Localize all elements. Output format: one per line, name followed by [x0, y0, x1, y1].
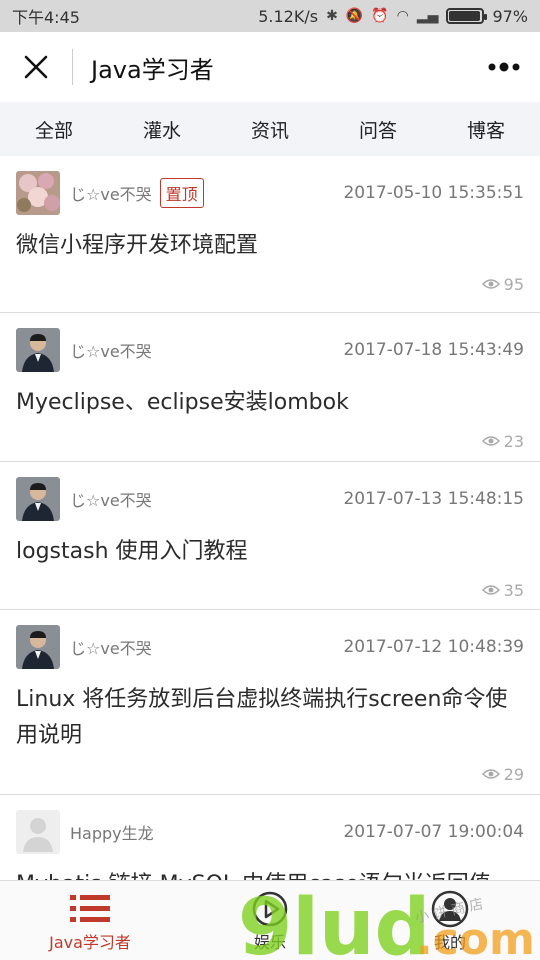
nav-bar: Java学习者 — [0, 32, 540, 102]
post-list: じ☆ve不哭 置顶 2017-05-10 15:35:51 微信小程序开发环境配… — [0, 156, 540, 880]
close-icon — [24, 55, 48, 79]
view-count-value: 23 — [503, 431, 524, 451]
tab-qa[interactable]: 问答 — [324, 116, 432, 143]
nav-divider — [72, 49, 73, 85]
network-speed: 5.12K/s — [258, 6, 319, 26]
list-item[interactable]: Happy生龙 2017-07-07 19:00:04 Mybatis 链接 M… — [0, 795, 540, 880]
tabbar-label: Java学习者 — [49, 932, 131, 952]
avatar[interactable] — [16, 171, 60, 215]
tab-blog[interactable]: 博客 — [432, 116, 540, 143]
post-date: 2017-07-12 10:48:39 — [343, 637, 524, 657]
category-tabs: 全部 灌水 资讯 问答 博客 — [0, 102, 540, 156]
tab-all[interactable]: 全部 — [0, 116, 108, 143]
author-name: じ☆ve不哭 — [70, 342, 152, 361]
post-title[interactable]: Linux 将任务放到后台虚拟终端执行screen命令使用说明 — [16, 682, 524, 754]
wifi-icon: ◠ — [396, 8, 409, 24]
view-count-value: 95 — [503, 274, 524, 294]
tabbar-label: 娱乐 — [253, 932, 286, 952]
play-icon — [252, 891, 288, 926]
bluetooth-icon: ✱ — [326, 8, 338, 24]
tabbar-item-home[interactable]: Java学习者 — [0, 881, 180, 960]
mute-icon: 🔕 — [345, 8, 364, 24]
battery-icon — [446, 8, 488, 24]
battery-percent: 97% — [492, 6, 528, 26]
bottom-tab-bar: Java学习者 娱乐 我的 — [0, 880, 540, 960]
post-title[interactable]: Mybatis 链接 MySQL 中使用case语句当返回值 — [16, 867, 524, 880]
avatar[interactable] — [16, 328, 60, 372]
view-count-value: 29 — [503, 764, 524, 784]
post-title[interactable]: 微信小程序开发环境配置 — [16, 228, 524, 264]
tabbar-item-entertainment[interactable]: 娱乐 — [180, 881, 360, 960]
view-count: 29 — [16, 754, 524, 794]
tabbar-label: 我的 — [433, 932, 466, 952]
tab-news[interactable]: 资讯 — [216, 116, 324, 143]
avatar[interactable] — [16, 625, 60, 669]
author-name: じ☆ve不哭 — [70, 639, 152, 658]
page-title: Java学习者 — [91, 55, 214, 84]
author-name: じ☆ve不哭 — [70, 491, 152, 510]
avatar[interactable] — [16, 810, 60, 854]
tabbar-item-me[interactable]: 我的 — [360, 881, 540, 960]
list-item[interactable]: じ☆ve不哭 2017-07-12 10:48:39 Linux 将任务放到后台… — [0, 610, 540, 795]
eye-icon — [481, 769, 500, 779]
list-icon — [70, 894, 110, 922]
list-item[interactable]: じ☆ve不哭 2017-07-18 15:43:49 Myeclipse、ecl… — [0, 313, 540, 462]
close-button[interactable] — [0, 32, 72, 102]
author-name: じ☆ve不哭 — [70, 185, 152, 204]
tab-chat[interactable]: 灌水 — [108, 116, 216, 143]
post-date: 2017-07-18 15:43:49 — [343, 340, 524, 360]
post-date: 2017-05-10 15:35:51 — [343, 183, 524, 203]
eye-icon — [481, 279, 500, 289]
post-title[interactable]: Myeclipse、eclipse安装lombok — [16, 385, 524, 421]
view-count: 23 — [16, 421, 524, 461]
view-count-value: 35 — [503, 580, 524, 600]
user-icon — [431, 890, 469, 927]
more-icon — [488, 62, 520, 72]
post-title[interactable]: logstash 使用入门教程 — [16, 534, 524, 570]
avatar[interactable] — [16, 477, 60, 521]
view-count: 95 — [16, 264, 524, 304]
more-button[interactable] — [468, 32, 540, 102]
status-time: 下午4:45 — [12, 8, 80, 27]
eye-icon — [481, 585, 500, 595]
author-name: Happy生龙 — [70, 824, 154, 843]
list-item[interactable]: じ☆ve不哭 置顶 2017-05-10 15:35:51 微信小程序开发环境配… — [0, 156, 540, 313]
post-date: 2017-07-07 19:00:04 — [343, 822, 524, 842]
post-date: 2017-07-13 15:48:15 — [343, 489, 524, 509]
eye-icon — [481, 436, 500, 446]
pinned-badge: 置顶 — [159, 178, 204, 208]
view-count: 35 — [16, 570, 524, 610]
list-item[interactable]: じ☆ve不哭 2017-07-13 15:48:15 logstash 使用入门… — [0, 462, 540, 610]
signal-icon: ▂▄ — [416, 8, 439, 24]
status-bar: 下午4:45 5.12K/s ✱ 🔕 ⏰ ◠ ▂▄ 97% — [0, 0, 540, 32]
alarm-icon: ⏰ — [371, 8, 389, 24]
